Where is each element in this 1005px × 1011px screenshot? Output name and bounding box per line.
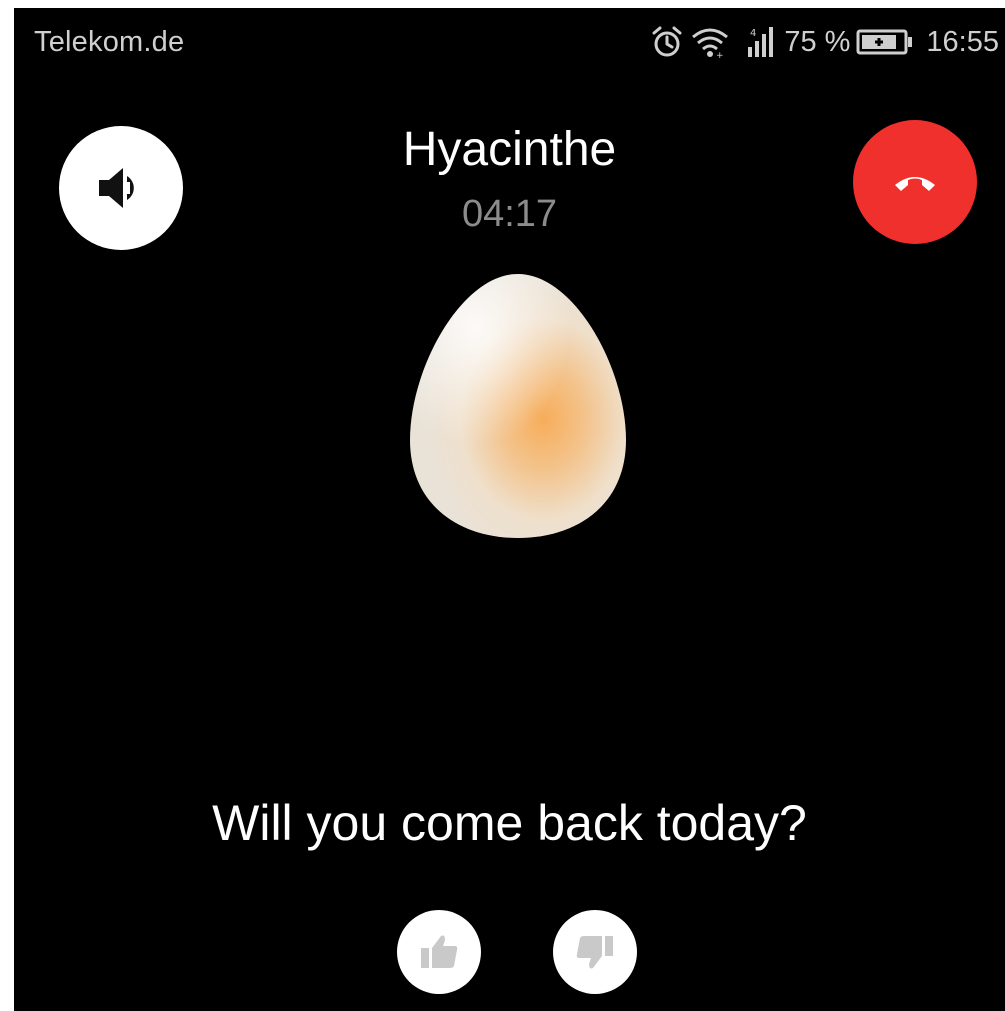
egg-avatar-image — [410, 274, 626, 538]
signal-icon: 4 — [748, 27, 774, 57]
thumbs-down-button[interactable] — [553, 910, 637, 994]
battery-charging-icon — [856, 29, 913, 55]
wifi-icon: + — [692, 28, 729, 59]
hangup-icon — [895, 177, 935, 191]
svg-text:+: + — [716, 51, 724, 59]
thumbs-up-button[interactable] — [397, 910, 481, 994]
thumbs-down-icon — [576, 936, 613, 969]
caller-avatar — [404, 270, 632, 542]
thumbs-up-icon — [421, 935, 458, 968]
status-bar: Telekom.de + 4 75 % 16:55 — [14, 8, 1005, 78]
svg-text:4: 4 — [750, 28, 756, 39]
alarm-icon — [652, 26, 682, 57]
question-text: Will you come back today? — [212, 795, 807, 851]
carrier-name: Telekom.de — [34, 26, 185, 58]
call-screen: Telekom.de + 4 75 % 16:55 Hyacinthe 04:1… — [14, 8, 1005, 1011]
status-clock: 16:55 — [926, 25, 999, 58]
battery-percentage: 75 % — [784, 25, 851, 58]
hangup-button[interactable] — [853, 120, 977, 244]
status-icons: + 4 75 % 16:55 — [650, 22, 999, 62]
